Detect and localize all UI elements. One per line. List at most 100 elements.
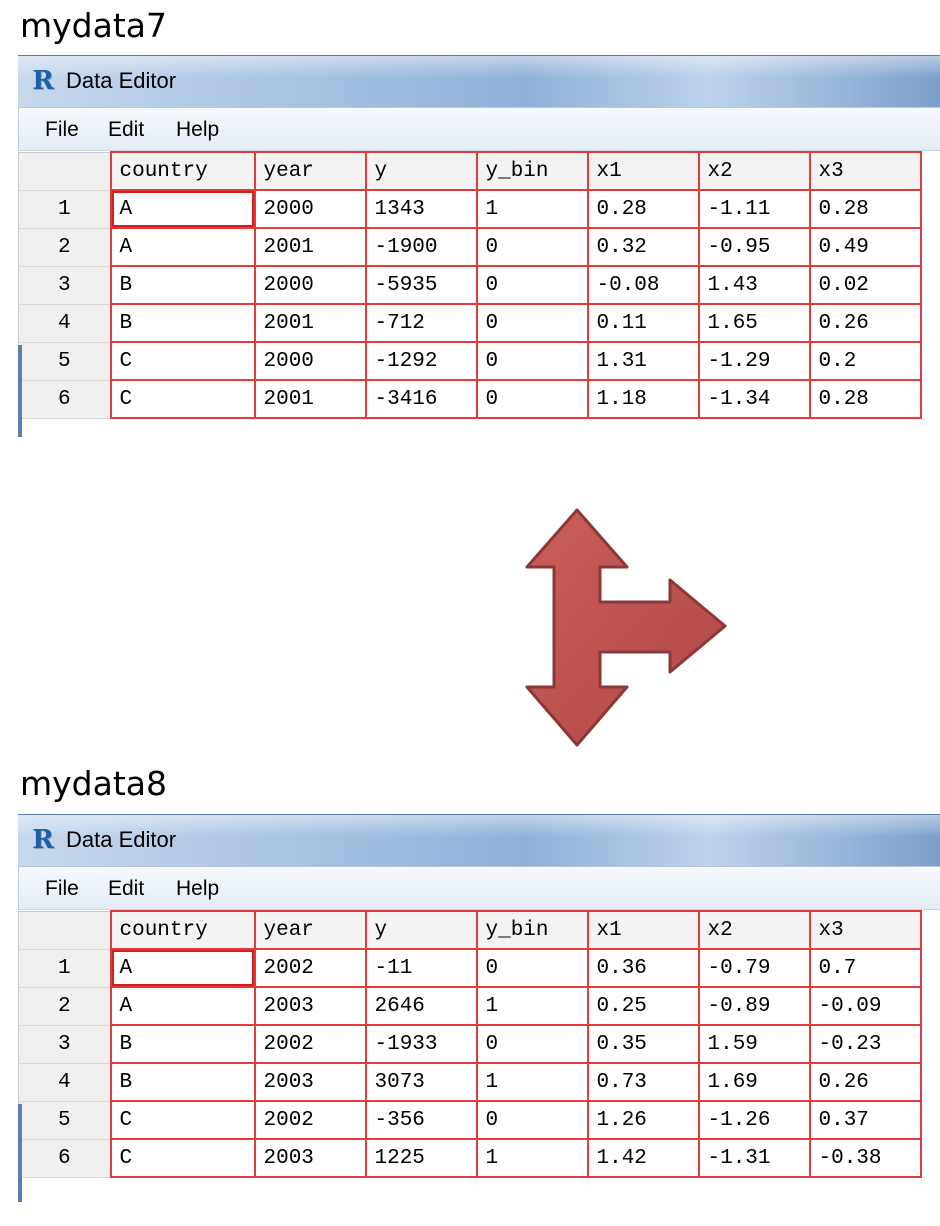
column-header-x1[interactable]: x1	[586, 151, 700, 191]
table-cell[interactable]: -356	[364, 1100, 478, 1140]
table-cell[interactable]: 1.43	[697, 265, 811, 305]
table-cell[interactable]: -0.23	[808, 1024, 922, 1064]
table-cell[interactable]: 0	[475, 227, 589, 267]
table-cell[interactable]: 0	[475, 303, 589, 343]
table-cell[interactable]: -1.31	[697, 1138, 811, 1178]
table-cell[interactable]: 0.7	[808, 948, 922, 988]
table-cell[interactable]: -712	[364, 303, 478, 343]
column-header-x2[interactable]: x2	[697, 910, 811, 950]
menu-help[interactable]: Help	[176, 118, 219, 142]
table-cell[interactable]: C	[109, 1138, 256, 1178]
table-cell[interactable]: 2002	[253, 948, 367, 988]
column-header-x1[interactable]: x1	[586, 910, 700, 950]
row-number[interactable]: 6	[18, 379, 112, 419]
table-cell[interactable]: 2646	[364, 986, 478, 1026]
row-number[interactable]: 5	[18, 341, 112, 381]
menu-help[interactable]: Help	[176, 877, 219, 901]
table-cell[interactable]: -1292	[364, 341, 478, 381]
table-cell[interactable]: A	[109, 986, 256, 1026]
menu-file[interactable]: File	[45, 877, 79, 901]
table-cell[interactable]: C	[109, 1100, 256, 1140]
table-cell[interactable]: 2001	[253, 303, 367, 343]
table-cell[interactable]: 2002	[253, 1100, 367, 1140]
column-header-country[interactable]: country	[109, 151, 256, 191]
table-cell[interactable]: 1.26	[586, 1100, 700, 1140]
menu-edit[interactable]: Edit	[108, 877, 144, 901]
table-cell[interactable]: 0.36	[586, 948, 700, 988]
row-number[interactable]: 1	[18, 189, 112, 229]
table-cell[interactable]: -5935	[364, 265, 478, 305]
column-header-year[interactable]: year	[253, 151, 367, 191]
table-cell[interactable]: 1.18	[586, 379, 700, 419]
table-cell[interactable]: 0.32	[586, 227, 700, 267]
table-cell[interactable]: 2003	[253, 1062, 367, 1102]
table-cell[interactable]: 0.28	[808, 189, 922, 229]
table-cell[interactable]: -0.95	[697, 227, 811, 267]
table-cell[interactable]: B	[109, 265, 256, 305]
table-cell[interactable]: 0.49	[808, 227, 922, 267]
table-cell-selected[interactable]: A	[109, 189, 256, 229]
table-cell[interactable]: -1.11	[697, 189, 811, 229]
table-cell[interactable]: -1.26	[697, 1100, 811, 1140]
row-number[interactable]: 3	[18, 1024, 112, 1064]
column-header-y-bin[interactable]: y_bin	[475, 151, 589, 191]
table-cell[interactable]: 2001	[253, 227, 367, 267]
table-cell[interactable]: 1.65	[697, 303, 811, 343]
table-cell[interactable]: 1.42	[586, 1138, 700, 1178]
table-cell[interactable]: -3416	[364, 379, 478, 419]
row-number[interactable]: 3	[18, 265, 112, 305]
table-cell[interactable]: 2003	[253, 986, 367, 1026]
table-cell[interactable]: -0.79	[697, 948, 811, 988]
table-cell[interactable]: 1	[475, 1138, 589, 1178]
table-cell[interactable]: 0.11	[586, 303, 700, 343]
column-header-y[interactable]: y	[364, 910, 478, 950]
table-cell[interactable]: 1.31	[586, 341, 700, 381]
table-cell[interactable]: 0.37	[808, 1100, 922, 1140]
row-number[interactable]: 1	[18, 948, 112, 988]
row-number[interactable]: 6	[18, 1138, 112, 1178]
table-cell[interactable]: 1	[475, 189, 589, 229]
menu-file[interactable]: File	[45, 118, 79, 142]
table-cell[interactable]: 0	[475, 341, 589, 381]
table-cell[interactable]: 1343	[364, 189, 478, 229]
table-cell[interactable]: 2002	[253, 1024, 367, 1064]
table-cell[interactable]: 2000	[253, 189, 367, 229]
column-header-y-bin[interactable]: y_bin	[475, 910, 589, 950]
table-cell[interactable]: 0	[475, 1100, 589, 1140]
table-cell[interactable]: 0	[475, 948, 589, 988]
table-cell[interactable]: -1900	[364, 227, 478, 267]
table-cell[interactable]: -0.09	[808, 986, 922, 1026]
column-header-country[interactable]: country	[109, 910, 256, 950]
table-cell[interactable]: -11	[364, 948, 478, 988]
table-cell[interactable]: 0.28	[586, 189, 700, 229]
menu-edit[interactable]: Edit	[108, 118, 144, 142]
table-cell[interactable]: -0.89	[697, 986, 811, 1026]
row-number[interactable]: 5	[18, 1100, 112, 1140]
table-cell[interactable]: B	[109, 1062, 256, 1102]
column-header-x2[interactable]: x2	[697, 151, 811, 191]
row-number[interactable]: 4	[18, 1062, 112, 1102]
table-cell[interactable]: 0.73	[586, 1062, 700, 1102]
table-cell[interactable]: C	[109, 341, 256, 381]
table-cell[interactable]: 3073	[364, 1062, 478, 1102]
column-header-x3[interactable]: x3	[808, 151, 922, 191]
table-cell[interactable]: 2003	[253, 1138, 367, 1178]
table-cell[interactable]: 0.02	[808, 265, 922, 305]
table-cell[interactable]: 2000	[253, 265, 367, 305]
table-cell[interactable]: 0.2	[808, 341, 922, 381]
table-cell[interactable]: C	[109, 379, 256, 419]
table-cell[interactable]: -1.29	[697, 341, 811, 381]
column-header-x3[interactable]: x3	[808, 910, 922, 950]
table-cell[interactable]: -0.08	[586, 265, 700, 305]
table-cell[interactable]: 1	[475, 1062, 589, 1102]
table-cell-selected[interactable]: A	[109, 948, 256, 988]
table-cell[interactable]: -1933	[364, 1024, 478, 1064]
table-cell[interactable]: 1	[475, 986, 589, 1026]
table-cell[interactable]: 0	[475, 1024, 589, 1064]
table-cell[interactable]: 1225	[364, 1138, 478, 1178]
table-cell[interactable]: -1.34	[697, 379, 811, 419]
table-cell[interactable]: B	[109, 1024, 256, 1064]
column-header-year[interactable]: year	[253, 910, 367, 950]
table-cell[interactable]: 0.26	[808, 303, 922, 343]
column-header-y[interactable]: y	[364, 151, 478, 191]
